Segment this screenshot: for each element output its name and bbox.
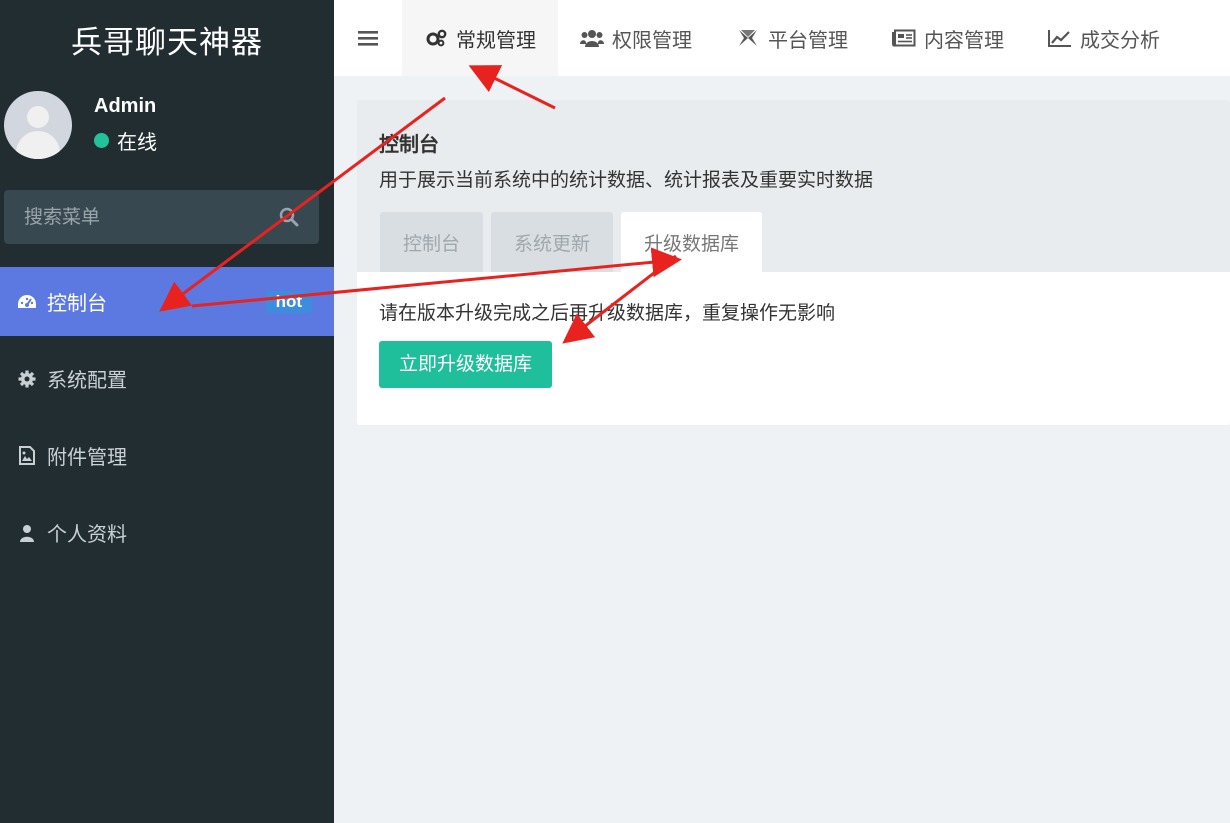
line-chart-icon xyxy=(1048,28,1072,48)
sidebar-menu: 控制台 hot 系统配置 附件管理 个人资料 xyxy=(0,267,334,575)
tab-label: 成交分析 xyxy=(1080,27,1160,52)
page-description: 用于展示当前系统中的统计数据、统计报表及重要实时数据 xyxy=(379,169,874,191)
tab-permissions[interactable]: 权限管理 xyxy=(558,0,714,76)
sidebar-item-dashboard[interactable]: 控制台 hot xyxy=(0,267,334,336)
menu-toggle-icon[interactable] xyxy=(334,0,402,76)
tab-platform[interactable]: 平台管理 xyxy=(714,0,870,76)
user-panel: Admin 在线 xyxy=(4,90,157,160)
user-icon xyxy=(17,523,37,543)
panel-header: 控制台 用于展示当前系统中的统计数据、统计报表及重要实时数据 控制台 系统更新 … xyxy=(357,100,1230,272)
tab-general[interactable]: 常规管理 xyxy=(402,0,558,76)
subtab-dashboard[interactable]: 控制台 xyxy=(380,212,484,272)
hot-badge: hot xyxy=(265,291,312,313)
page-title: 控制台 xyxy=(379,132,439,156)
sidebar-item-system-config[interactable]: 系统配置 xyxy=(0,344,334,413)
online-dot-icon xyxy=(94,133,109,148)
upgrade-notice: 请在版本升级完成之后再升级数据库，重复操作无影响 xyxy=(379,302,836,324)
tab-deal-analysis[interactable]: 成交分析 xyxy=(1026,0,1182,76)
tab-label: 常规管理 xyxy=(456,27,536,52)
online-status: 在线 xyxy=(94,126,157,155)
avatar[interactable] xyxy=(4,91,72,159)
cogs-icon xyxy=(424,28,448,48)
dashboard-icon xyxy=(17,292,37,312)
dashboard-panel: 控制台 用于展示当前系统中的统计数据、统计报表及重要实时数据 控制台 系统更新 … xyxy=(357,100,1230,425)
tab-content[interactable]: 内容管理 xyxy=(870,0,1026,76)
status-text: 在线 xyxy=(117,130,157,154)
panel-body: 请在版本升级完成之后再升级数据库，重复操作无影响 立即升级数据库 xyxy=(357,272,1230,414)
menu-search xyxy=(4,190,319,244)
sidebar-item-label: 系统配置 xyxy=(47,368,127,392)
sidebar-item-attachments[interactable]: 附件管理 xyxy=(0,421,334,490)
sidebar-item-label: 控制台 xyxy=(47,291,107,315)
sidebar-item-label: 附件管理 xyxy=(47,445,127,469)
leaf-icon xyxy=(736,28,760,48)
search-input[interactable] xyxy=(24,206,279,228)
gear-icon xyxy=(17,369,37,389)
subtab-system-update[interactable]: 系统更新 xyxy=(491,212,614,272)
brand-title[interactable]: 兵哥聊天神器 xyxy=(0,0,334,78)
top-nav: 常规管理 权限管理 平台管理 内容管理 成交分析 xyxy=(334,0,1230,76)
search-icon[interactable] xyxy=(279,207,299,227)
sidebar-item-profile[interactable]: 个人资料 xyxy=(0,498,334,567)
sidebar: 兵哥聊天神器 Admin 在线 控制台 hot xyxy=(0,0,334,823)
tab-label: 内容管理 xyxy=(924,27,1004,52)
sidebar-item-label: 个人资料 xyxy=(47,522,127,546)
subtab-upgrade-db[interactable]: 升级数据库 xyxy=(621,212,763,272)
username: Admin xyxy=(94,95,157,117)
tab-label: 权限管理 xyxy=(612,27,692,52)
tab-label: 平台管理 xyxy=(768,27,848,52)
image-file-icon xyxy=(17,446,37,466)
newspaper-icon xyxy=(892,28,916,48)
upgrade-database-button[interactable]: 立即升级数据库 xyxy=(379,341,553,388)
panel-tabs: 控制台 系统更新 升级数据库 xyxy=(380,212,770,272)
users-icon xyxy=(580,28,604,48)
